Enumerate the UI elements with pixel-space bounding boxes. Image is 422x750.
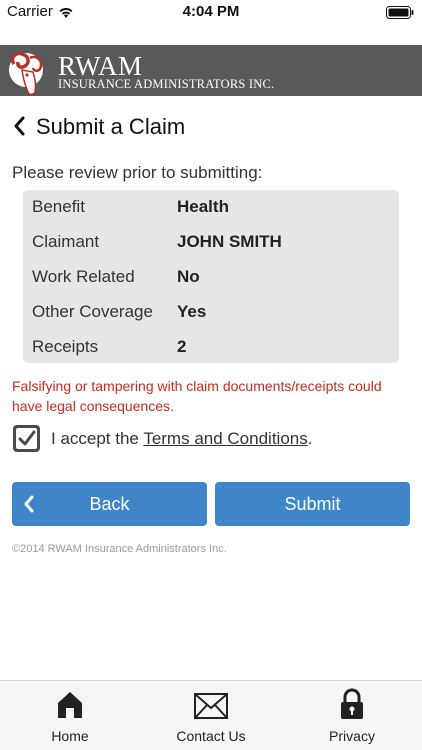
ram-logo xyxy=(9,51,43,96)
legal-warning: Falsifying or tampering with claim docum… xyxy=(12,378,382,414)
summary-row-receipts: Receipts 2 xyxy=(23,330,399,365)
tab-home-label: Home xyxy=(51,728,89,744)
submit-button-label: Submit xyxy=(284,494,341,514)
summary-label: Receipts xyxy=(32,337,99,356)
back-button[interactable]: Back xyxy=(12,482,207,526)
chevron-left-icon[interactable] xyxy=(14,116,26,136)
accept-suffix: . xyxy=(307,429,313,448)
summary-label: Claimant xyxy=(32,232,100,251)
chevron-left-icon xyxy=(24,495,34,513)
tab-contact-us-label: Contact Us xyxy=(176,728,246,744)
tab-privacy[interactable]: Privacy xyxy=(282,681,422,750)
terms-link[interactable]: Terms and Conditions xyxy=(143,429,307,448)
tab-contact-us[interactable]: Contact Us xyxy=(141,681,281,750)
summary-label: Work Related xyxy=(32,267,135,286)
summary-row-other-coverage: Other Coverage Yes xyxy=(23,295,399,330)
status-bar: Carrier 4:04 PM xyxy=(0,0,422,24)
accept-prefix: I accept the xyxy=(51,429,144,448)
summary-value: JOHN SMITH xyxy=(177,232,282,251)
home-icon xyxy=(58,692,82,718)
review-prompt: Please review prior to submitting: xyxy=(12,163,263,182)
summary-row-claimant: Claimant JOHN SMITH xyxy=(23,225,399,260)
lock-icon xyxy=(341,688,363,719)
copyright-text: ©2014 RWAM Insurance Administrators Inc. xyxy=(12,543,227,555)
summary-value: Health xyxy=(177,197,229,216)
checkmark-icon xyxy=(16,428,37,449)
submit-button[interactable]: Submit xyxy=(215,482,410,526)
status-time: 4:04 PM xyxy=(182,3,240,20)
tab-home[interactable]: Home xyxy=(0,681,140,750)
claim-summary-card: Benefit Health Claimant JOHN SMITH Work … xyxy=(23,190,399,363)
summary-row-work-related: Work Related No xyxy=(23,260,399,295)
summary-value: No xyxy=(177,267,200,286)
page-title: Submit a Claim xyxy=(36,114,186,139)
summary-value: Yes xyxy=(177,302,207,321)
battery-icon xyxy=(386,6,414,19)
envelope-icon xyxy=(194,693,228,719)
summary-row-benefit: Benefit Health xyxy=(23,190,399,225)
tab-bar: Home Contact Us Privacy xyxy=(0,680,422,750)
accept-terms-checkbox[interactable] xyxy=(13,425,40,452)
tab-privacy-label: Privacy xyxy=(329,728,375,744)
summary-value: 2 xyxy=(177,337,187,356)
summary-label: Other Coverage xyxy=(32,302,153,321)
summary-label: Benefit xyxy=(32,197,85,216)
accept-terms-label: I accept the Terms and Conditions. xyxy=(51,429,312,449)
back-button-label: Back xyxy=(89,494,130,514)
brand-subtitle: INSURANCE ADMINISTRATORS INC. xyxy=(58,77,275,91)
